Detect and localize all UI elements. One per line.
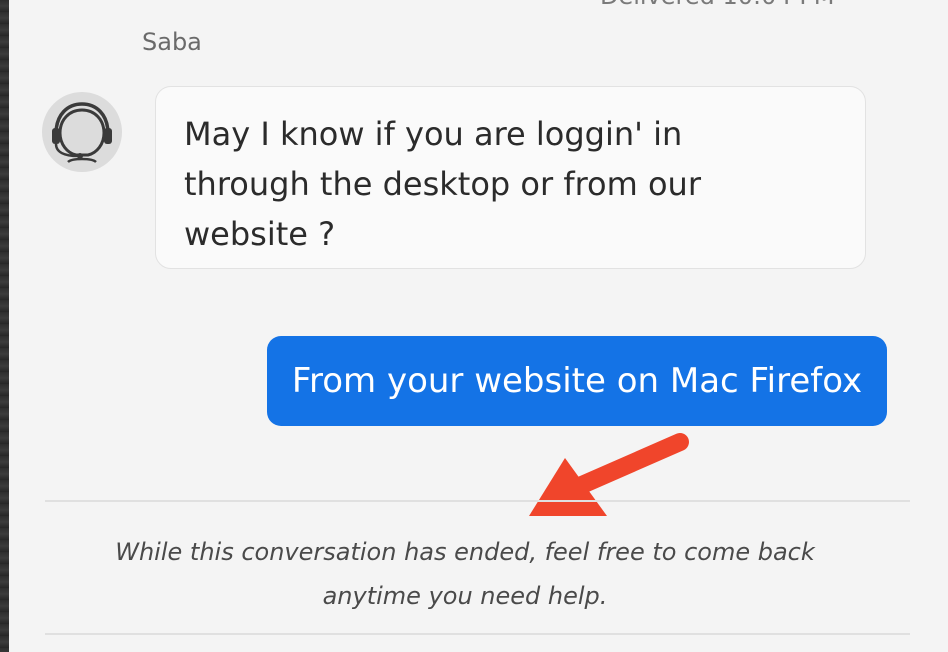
agent-avatar [42, 92, 122, 172]
user-message-bubble: From your website on Mac Firefox [267, 336, 887, 426]
chat-window: Delivered 10:04 PM Saba May I know if yo… [0, 0, 948, 652]
conversation-ended-notice: While this conversation has ended, feel … [100, 530, 830, 618]
window-edge [0, 0, 9, 652]
headset-icon [52, 102, 112, 164]
delivered-status: Delivered 10:04 PM [600, 0, 900, 10]
annotation-arrow-icon [529, 433, 689, 516]
agent-message-line: website ? [184, 215, 336, 253]
conversation-divider [45, 500, 910, 502]
user-message-text: From your website on Mac Firefox [291, 361, 863, 401]
bottom-divider [45, 633, 910, 635]
agent-message-line: May I know if you are loggin' in [184, 115, 683, 153]
agent-message-bubble: May I know if you are loggin' in through… [155, 86, 866, 269]
end-notice-line: anytime you need help. [322, 582, 608, 610]
agent-name: Saba [142, 28, 202, 56]
agent-message-line: through the desktop or from our [184, 165, 701, 203]
end-notice-line: While this conversation has ended, feel … [115, 538, 815, 566]
